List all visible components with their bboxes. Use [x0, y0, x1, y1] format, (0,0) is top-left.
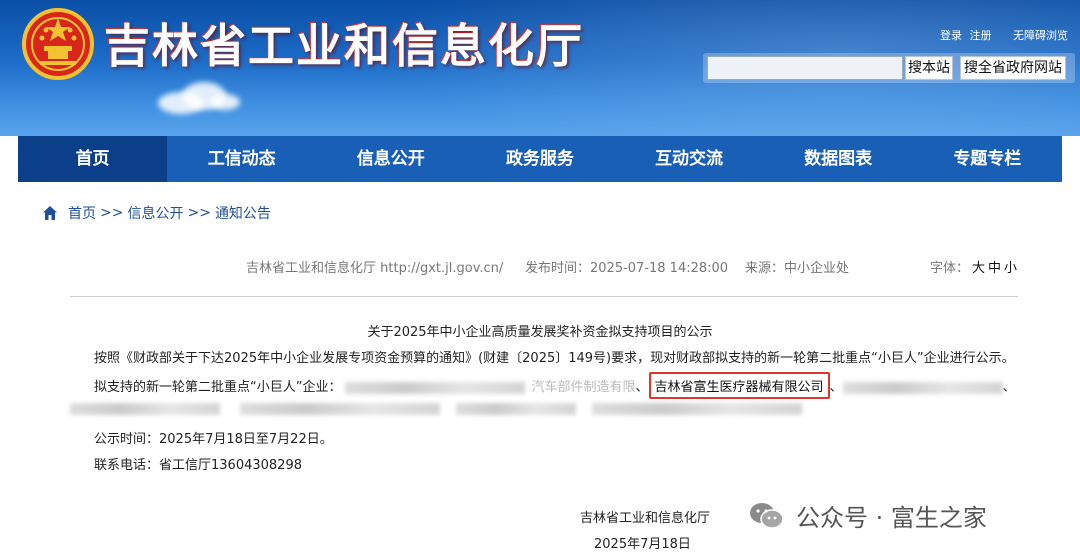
- signature-date: 2025年7月18日: [594, 537, 691, 552]
- home-icon: [43, 206, 57, 220]
- article-paragraph-intro: 按照《财政部关于下达2025年中小企业发展专项资金预算的通知》(财建〔2025〕…: [94, 351, 1015, 366]
- top-links: 登录 注册 无障碍浏览: [936, 27, 1068, 43]
- cloud-decoration: [210, 94, 240, 110]
- site-title: 吉林省工业和信息化厅: [104, 19, 584, 73]
- list-separator: 、: [1002, 380, 1016, 395]
- search-input[interactable]: [707, 56, 903, 80]
- meta-published: 发布时间：2025-07-18 14:28:00: [525, 261, 729, 276]
- breadcrumb-separator: >>: [187, 205, 211, 221]
- article-paragraph-list-cont: [70, 401, 802, 416]
- breadcrumb-home[interactable]: 首页: [68, 203, 96, 223]
- site-header: 吉林省工业和信息化厅 登录 注册 无障碍浏览 搜本站 搜全省政府网站: [0, 0, 1080, 136]
- redacted-text: [456, 402, 576, 415]
- redacted-text: [592, 402, 802, 415]
- list-separator: 、: [829, 380, 843, 395]
- redacted-text: [70, 402, 220, 415]
- content-divider: [70, 296, 1018, 297]
- article-title: 关于2025年中小企业高质量发展奖补资金拟支持项目的公示: [367, 325, 713, 340]
- nav-item-home[interactable]: 首页: [18, 136, 168, 182]
- search-gov-button[interactable]: 搜全省政府网站: [960, 56, 1066, 80]
- login-link[interactable]: 登录: [940, 29, 962, 42]
- font-size-control: 字体：大中小: [930, 257, 1017, 276]
- font-size-large[interactable]: 大: [972, 261, 985, 276]
- article-phone: 联系电话：省工信厅13604308298: [94, 458, 302, 473]
- redacted-text: [345, 381, 526, 394]
- font-size-medium[interactable]: 中: [988, 261, 1001, 276]
- main-nav: 首页 工信动态 信息公开 政务服务 互动交流 数据图表 专题专栏: [18, 136, 1062, 182]
- breadcrumb-notice[interactable]: 通知公告: [215, 203, 271, 223]
- register-link[interactable]: 注册: [970, 29, 992, 42]
- search-site-button[interactable]: 搜本站: [905, 56, 953, 80]
- nav-item-disclosure[interactable]: 信息公开: [316, 136, 465, 182]
- highlighted-company: 吉林省富生医疗器械有限公司: [648, 372, 830, 399]
- redacted-text: [240, 402, 440, 415]
- nav-item-services[interactable]: 政务服务: [465, 136, 614, 182]
- font-size-label: 字体：: [930, 261, 970, 276]
- wechat-icon: [750, 502, 784, 529]
- nav-item-topics[interactable]: 专题专栏: [913, 136, 1062, 182]
- font-size-small[interactable]: 小: [1004, 261, 1017, 276]
- breadcrumb-disclosure[interactable]: 信息公开: [127, 203, 183, 223]
- wechat-watermark: 公众号 · 富生之家: [748, 498, 987, 533]
- signature-org: 吉林省工业和信息化厅: [580, 511, 711, 526]
- redacted-text: [842, 381, 1003, 394]
- national-emblem-icon: [22, 8, 94, 80]
- accessibility-link[interactable]: 无障碍浏览: [1013, 29, 1068, 42]
- list-separator: 、: [635, 380, 649, 395]
- list-prefix: 拟支持的新一轮第二批重点“小巨人”企业：: [94, 380, 342, 395]
- watermark-text: 公众号 · 富生之家: [796, 504, 987, 532]
- article-period: 公示时间：2025年7月18日至7月22日。: [94, 432, 333, 447]
- breadcrumb-separator: >>: [100, 205, 124, 221]
- nav-item-interaction[interactable]: 互动交流: [615, 136, 764, 182]
- breadcrumb: 首页 >> 信息公开 >> 通知公告: [42, 203, 271, 223]
- meta-source: 来源：中小企业处: [745, 261, 850, 276]
- article-paragraph-list: 拟支持的新一轮第二批重点“小巨人”企业： 汽车部件制造有限、 吉林省富生医疗器械有限…: [94, 372, 1016, 399]
- list-partial: 汽车部件制造有限: [531, 380, 636, 395]
- nav-item-news[interactable]: 工信动态: [167, 136, 316, 182]
- meta-source-site: 吉林省工业和信息化厅 http://gxt.jl.gov.cn/: [246, 261, 504, 276]
- nav-item-data[interactable]: 数据图表: [764, 136, 913, 182]
